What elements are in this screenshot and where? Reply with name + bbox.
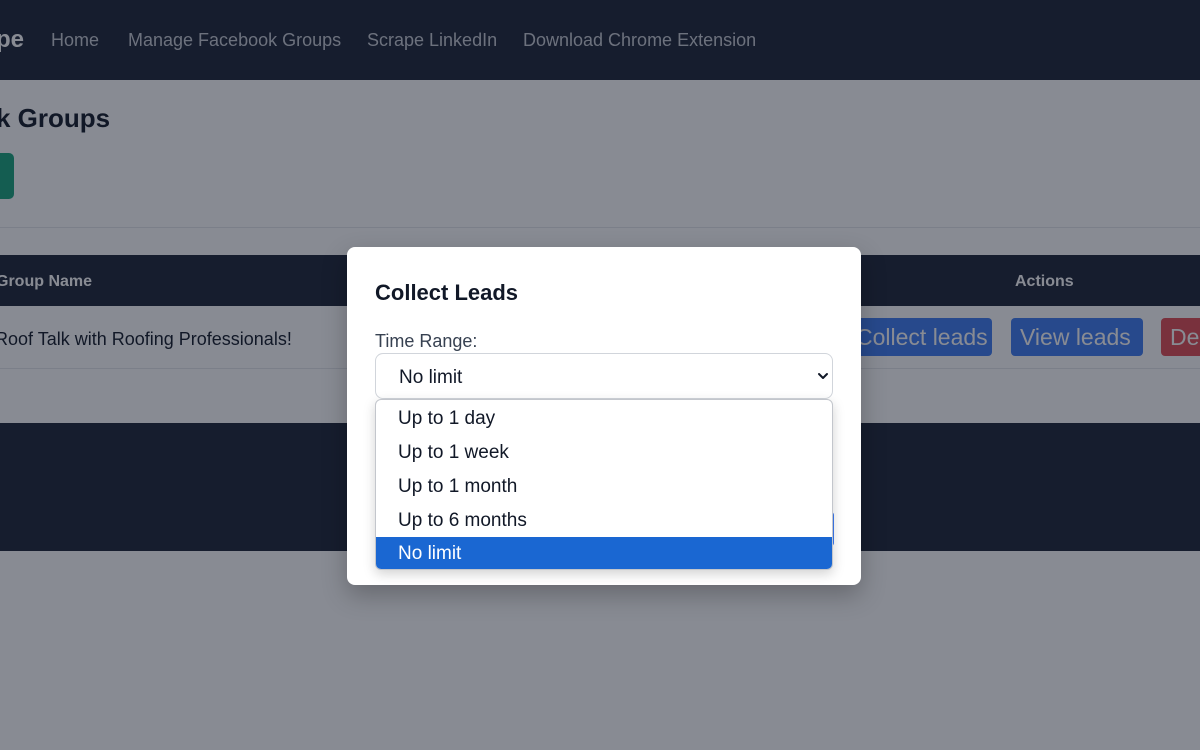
option-up-to-1-day[interactable]: Up to 1 day xyxy=(376,402,832,436)
time-range-select[interactable]: No limit xyxy=(375,353,833,399)
chevron-down-icon xyxy=(818,373,828,379)
time-range-dropdown: Up to 1 day Up to 1 week Up to 1 month U… xyxy=(375,399,833,570)
option-up-to-6-months[interactable]: Up to 6 months xyxy=(376,504,832,538)
time-range-select-value: No limit xyxy=(399,367,463,388)
time-range-label: Time Range: xyxy=(375,331,478,351)
option-up-to-1-month[interactable]: Up to 1 month xyxy=(376,470,832,504)
option-up-to-1-week[interactable]: Up to 1 week xyxy=(376,436,832,470)
modal-title: Collect Leads xyxy=(375,280,519,305)
option-no-limit[interactable]: No limit xyxy=(376,537,832,569)
